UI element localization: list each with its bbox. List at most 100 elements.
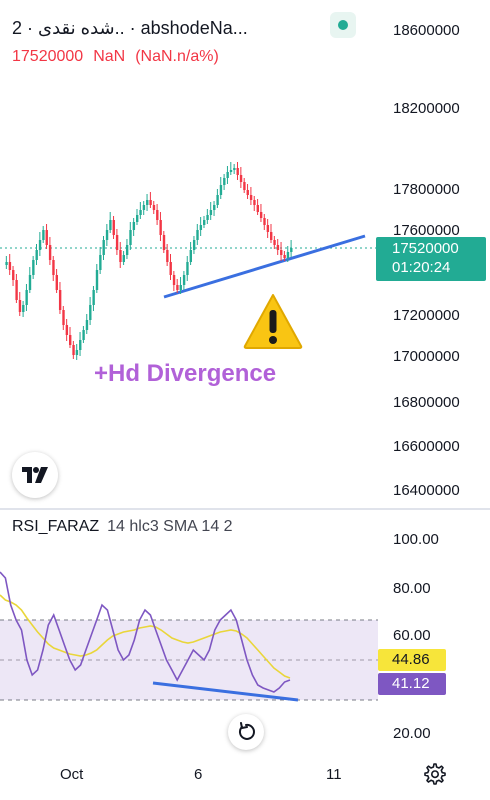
rsi-axis-label: 60.00 — [393, 627, 431, 644]
candle — [192, 240, 196, 250]
tradingview-logo-icon[interactable] — [12, 452, 58, 498]
candle — [48, 245, 52, 260]
candle — [166, 250, 169, 262]
reset-icon — [239, 722, 255, 740]
price-axis-label: 16800000 — [393, 394, 460, 411]
candle — [196, 230, 199, 240]
candle — [109, 220, 112, 230]
rsi-axis-label: 20.00 — [393, 725, 431, 742]
time-axis-label: 11 — [326, 766, 342, 783]
candle — [115, 235, 119, 250]
candle — [58, 290, 62, 310]
price-axis-label: 16400000 — [393, 482, 460, 499]
divergence-annotation: +Hd Divergence — [94, 360, 277, 387]
candle — [176, 285, 179, 290]
candle — [156, 210, 159, 220]
candle — [186, 262, 189, 275]
candle — [95, 270, 99, 290]
candle — [249, 195, 253, 200]
candle — [219, 185, 223, 195]
rsi-chart[interactable] — [0, 510, 378, 750]
candle — [283, 255, 286, 258]
candle — [199, 225, 203, 230]
candle — [38, 240, 42, 250]
candle — [136, 215, 139, 222]
candle — [69, 335, 72, 345]
candle — [266, 225, 270, 232]
candle — [172, 275, 176, 285]
reset-chart-button[interactable] — [228, 714, 264, 750]
rsi-axis-label: 80.00 — [393, 580, 431, 597]
candle — [169, 262, 172, 275]
candle — [32, 260, 35, 275]
candle — [89, 305, 92, 320]
candle — [5, 262, 8, 265]
price-chart[interactable] — [0, 0, 378, 508]
candle — [28, 275, 32, 290]
candle — [162, 235, 166, 250]
candle — [273, 240, 276, 245]
candle — [280, 250, 283, 255]
candle — [55, 275, 58, 290]
candle — [253, 200, 256, 205]
candle — [65, 325, 69, 335]
last-price-value: 17520000 — [392, 240, 459, 257]
candle — [290, 248, 293, 252]
bar-countdown: 01:20:24 — [392, 259, 451, 276]
candle — [152, 205, 156, 210]
candle — [85, 320, 89, 330]
candle — [52, 260, 55, 275]
candle — [256, 205, 259, 212]
candle — [182, 275, 186, 285]
candle — [42, 230, 45, 240]
candle — [22, 305, 25, 312]
candle — [79, 340, 82, 350]
candle — [142, 205, 146, 210]
candle — [112, 220, 115, 235]
price-axis-label: 16600000 — [393, 438, 460, 455]
candle — [259, 212, 263, 218]
candle — [286, 252, 290, 258]
candle — [239, 175, 243, 182]
candle — [72, 345, 75, 355]
candle — [149, 200, 152, 205]
candle — [8, 262, 12, 270]
sma-value-tag: 44.86 — [378, 649, 446, 671]
price-axis-label: 18600000 — [393, 22, 460, 39]
time-axis-label: Oct — [60, 766, 84, 783]
rsi-value-tag: 41.12 — [378, 673, 446, 695]
candle — [233, 168, 236, 170]
candle — [276, 245, 280, 250]
candle — [146, 200, 149, 205]
gear-icon[interactable] — [422, 762, 446, 786]
candle — [12, 270, 15, 280]
candle — [45, 230, 48, 245]
last-price-tag: 17520000 01:20:24 — [376, 237, 486, 281]
candle — [129, 230, 132, 245]
candle — [99, 255, 102, 270]
candle — [122, 255, 125, 262]
candle — [139, 210, 142, 215]
candle — [213, 205, 216, 210]
candle — [62, 310, 65, 325]
candle — [209, 210, 213, 215]
candle — [119, 250, 122, 262]
candle — [229, 170, 233, 172]
candle — [125, 245, 129, 255]
candle — [102, 240, 105, 255]
rsi-axis-label: 100.00 — [393, 531, 439, 548]
candle — [18, 300, 22, 312]
warning-icon — [243, 294, 303, 349]
candle — [206, 215, 209, 220]
candle — [75, 350, 79, 355]
candle — [246, 190, 249, 195]
candle — [189, 250, 192, 262]
candle — [35, 250, 38, 260]
price-axis-label: 17800000 — [393, 181, 460, 198]
candle — [132, 222, 136, 230]
chart-app: شده نقدی · 2.. · abshodeNa... 17520000 N… — [0, 0, 490, 800]
candle — [105, 230, 109, 240]
candle — [179, 285, 182, 290]
price-axis-label: 18200000 — [393, 100, 460, 117]
candle — [15, 280, 18, 300]
